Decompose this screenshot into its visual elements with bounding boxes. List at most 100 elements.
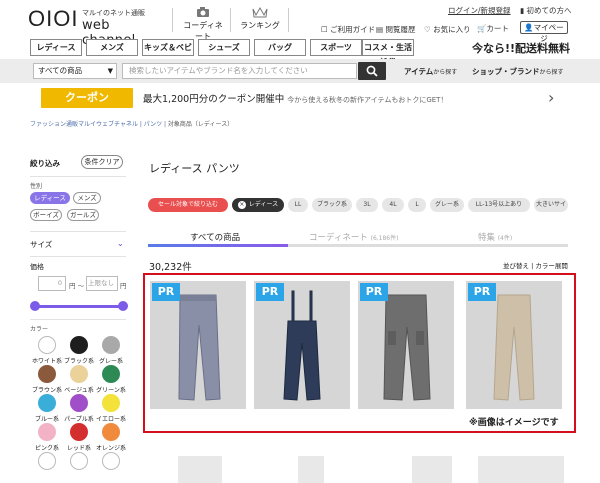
cart-label: カート	[486, 24, 509, 33]
price-slider-track[interactable]	[35, 305, 123, 308]
clear-filters-button[interactable]: 条件クリア	[81, 155, 123, 169]
search-category-select[interactable]: すべての商品 ▼	[33, 63, 117, 79]
mypage-button[interactable]: 👤マイページ	[520, 21, 568, 43]
price-slider-max-handle[interactable]	[118, 301, 128, 311]
history-link[interactable]: ▤ 閲覧履歴	[376, 24, 415, 35]
color-swatch[interactable]	[38, 452, 56, 470]
product-thumbnail[interactable]	[478, 456, 564, 483]
pr-badge: PR	[152, 283, 180, 301]
product-card[interactable]: PR	[254, 281, 350, 409]
item-search-label: アイテム	[404, 67, 434, 76]
color-variation-button[interactable]: カラー展開	[535, 262, 568, 270]
tab-all-products[interactable]: すべての商品	[190, 231, 240, 243]
color-swatch[interactable]	[38, 336, 56, 354]
pr-badge: PR	[360, 283, 388, 301]
product-thumbnail[interactable]	[298, 456, 324, 483]
color-swatch-label: ブラウン系	[32, 387, 63, 394]
ranking-link[interactable]: ランキング	[238, 6, 282, 34]
color-swatch[interactable]	[70, 394, 88, 412]
item-search-link[interactable]: アイテムから探す	[404, 66, 457, 77]
first-time-link[interactable]: ▮ 初めての方へ	[520, 5, 572, 16]
chevron-right-icon[interactable]: ›	[548, 88, 554, 107]
tab-features[interactable]: 特集 (4件)	[478, 231, 512, 243]
filter-pill[interactable]: LL	[288, 198, 308, 212]
divider	[172, 8, 173, 32]
site-logo[interactable]: OIOI マルイのネット通販 web channel	[28, 6, 163, 49]
color-swatch[interactable]	[70, 336, 88, 354]
tab-indicator-track	[148, 244, 568, 247]
size-filter-toggle[interactable]: サイズ ⌄	[30, 239, 124, 250]
category-mens[interactable]: メンズ	[86, 39, 138, 56]
active-filter-pill[interactable]: × レディース	[232, 198, 284, 212]
color-swatch[interactable]	[102, 452, 120, 470]
divider	[230, 8, 231, 32]
price-min-input[interactable]: 0	[38, 276, 66, 291]
color-swatch-label: ベージュ系	[64, 387, 94, 394]
category-nav: レディース メンズ キッズ＆ベビー シューズ バッグ スポーツ コスメ・生活雑貨…	[30, 39, 570, 67]
color-swatch[interactable]	[38, 365, 56, 383]
filter-pill[interactable]: 4L	[382, 198, 404, 212]
color-swatch-label: オレンジ系	[96, 445, 127, 452]
product-card[interactable]: PR	[358, 281, 454, 409]
coupon-banner-text[interactable]: 最大1,200円分のクーポン開催中 今から使える秋冬の新作アイテムもおトクにGE…	[143, 91, 447, 105]
tab-coordinate[interactable]: コーディネート (6,186件)	[309, 231, 398, 243]
product-thumbnail[interactable]	[412, 456, 452, 483]
filter-pill[interactable]: LL-13号以上あり	[468, 198, 530, 212]
product-thumbnail[interactable]	[178, 456, 222, 483]
sort-button[interactable]: 並び替え	[503, 262, 529, 270]
color-swatch[interactable]	[102, 365, 120, 383]
color-swatch-label: ピンク系	[34, 445, 59, 452]
product-card[interactable]: PR	[150, 281, 246, 409]
logo-mark: OIOI	[28, 6, 79, 31]
filter-pill[interactable]: ブラック系	[312, 198, 352, 212]
filter-pill[interactable]: 3L	[356, 198, 378, 212]
search-input[interactable]: 検索したいアイテムやブランド名を入力してください	[122, 63, 357, 79]
breadcrumb-path[interactable]: ファッション通販マルイウェブチャネル | パンツ |	[30, 121, 168, 128]
guide-label: ご利用ガイド	[330, 25, 376, 34]
tab-count: (4件)	[497, 235, 513, 242]
gender-chip-boys[interactable]: ボーイズ	[30, 209, 62, 221]
gender-chip-ladies[interactable]: レディース	[30, 192, 70, 204]
color-swatch[interactable]	[38, 423, 56, 441]
filter-pill[interactable]: L	[408, 198, 426, 212]
category-sports[interactable]: スポーツ	[310, 39, 362, 56]
color-swatch-label: ブラック系	[64, 358, 95, 365]
guide-link[interactable]: ☐ ご利用ガイド	[321, 24, 375, 35]
cart-link[interactable]: 🛒カート	[477, 23, 509, 34]
shop-search-link[interactable]: ショップ・ブランドから探す	[472, 66, 564, 77]
color-swatch[interactable]	[102, 423, 120, 441]
close-icon: ×	[237, 201, 246, 209]
sale-filter-pill[interactable]: セール対象で絞り込む	[148, 198, 228, 212]
filter-pill[interactable]: グレー系	[430, 198, 464, 212]
search-icon	[366, 65, 378, 77]
tab-label: 特集	[478, 233, 496, 243]
category-cosme[interactable]: コスメ・生活雑貨	[362, 39, 414, 67]
favorites-link[interactable]: ♡ お気に入り	[424, 24, 471, 35]
color-swatch[interactable]	[70, 423, 88, 441]
shop-search-suffix: から探す	[539, 69, 564, 76]
category-bags[interactable]: バッグ	[254, 39, 306, 56]
login-link[interactable]: ログイン/新規登録	[448, 5, 511, 16]
color-swatch[interactable]	[70, 365, 88, 383]
product-card[interactable]: PR	[466, 281, 562, 409]
coordinate-link[interactable]: コーディネート	[180, 6, 226, 41]
coupon-headline: 最大1,200円分のクーポン開催中	[143, 94, 285, 105]
free-shipping-promo[interactable]: 今なら!!配送料無料	[472, 40, 570, 56]
category-kids[interactable]: キッズ＆ベビー	[142, 39, 194, 67]
search-button[interactable]	[358, 62, 386, 80]
color-swatch[interactable]	[70, 452, 88, 470]
gender-chip-mens[interactable]: メンズ	[73, 192, 101, 204]
filter-title: 絞り込み	[30, 159, 60, 168]
category-shoes[interactable]: シューズ	[198, 39, 250, 56]
color-swatch[interactable]	[102, 336, 120, 354]
price-slider-min-handle[interactable]	[30, 301, 40, 311]
coupon-button[interactable]: クーポン	[41, 88, 133, 108]
filter-pill[interactable]: 大きいサイ	[534, 198, 568, 212]
category-ladies[interactable]: レディース	[30, 39, 82, 56]
color-swatch[interactable]	[102, 394, 120, 412]
price-max-input[interactable]: 上限なし	[86, 276, 118, 291]
color-swatch[interactable]	[38, 394, 56, 412]
guide-icon: ☐	[321, 25, 331, 34]
gender-chip-girls[interactable]: ガールズ	[67, 209, 99, 221]
color-swatch-label: ブルー系	[34, 416, 59, 423]
